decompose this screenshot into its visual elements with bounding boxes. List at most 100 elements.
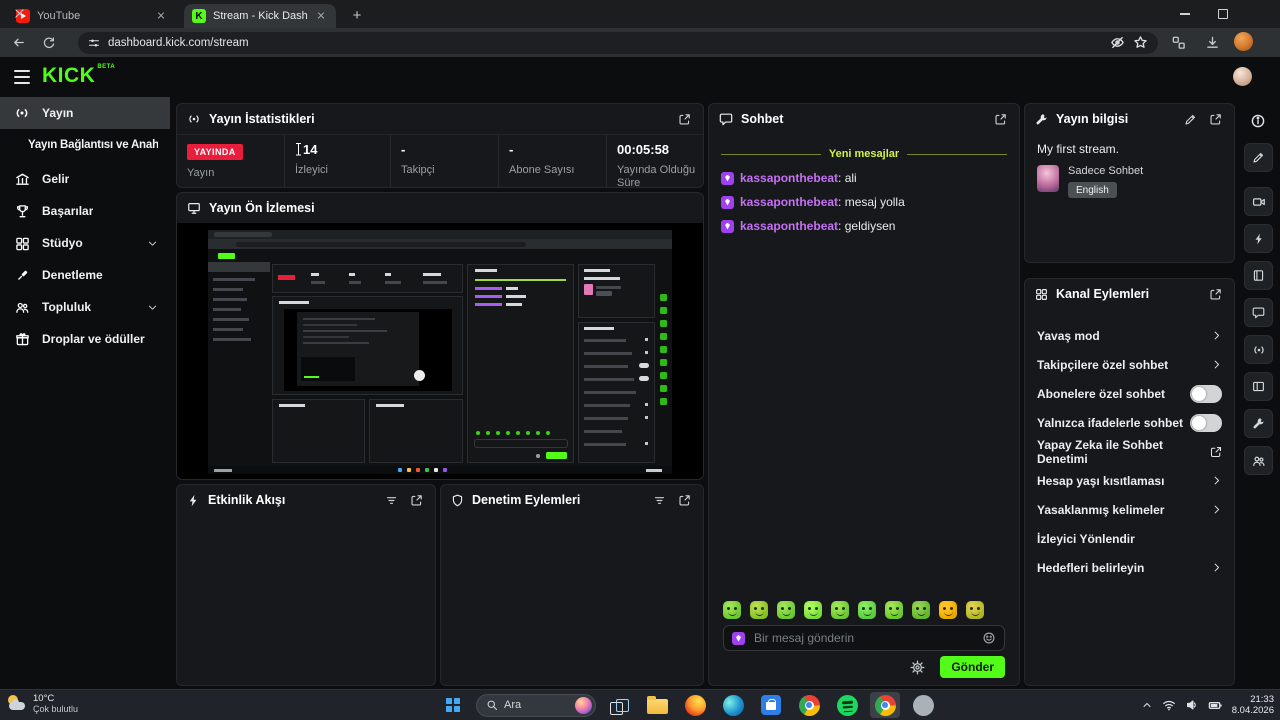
expand-icon[interactable] bbox=[676, 492, 693, 509]
gear-icon[interactable] bbox=[910, 659, 925, 675]
action-followers-only[interactable]: Takipçilere özel sohbet bbox=[1025, 350, 1234, 379]
chat-rail-button[interactable] bbox=[1244, 298, 1273, 327]
filter-icon[interactable] bbox=[651, 492, 668, 509]
action-banned-words[interactable]: Yasaklanmış kelimeler bbox=[1025, 495, 1234, 524]
chat-username[interactable]: kassaponthebeat bbox=[740, 195, 838, 209]
sidebar-item-topluluk[interactable]: Topluluk bbox=[0, 291, 170, 323]
action-ai-moderation[interactable]: Yapay Zeka ile Sohbet Denetimi bbox=[1025, 437, 1234, 466]
expand-icon[interactable] bbox=[676, 111, 693, 128]
notes-rail-button[interactable] bbox=[1244, 261, 1273, 290]
stream-rail-button[interactable] bbox=[1244, 335, 1273, 364]
emote-icon[interactable] bbox=[750, 601, 768, 619]
emote-icon[interactable] bbox=[831, 601, 849, 619]
tab-groups-icon[interactable] bbox=[1168, 32, 1189, 53]
chat-username[interactable]: kassaponthebeat bbox=[740, 219, 838, 233]
emote-icon[interactable] bbox=[858, 601, 876, 619]
action-subscribers-only[interactable]: Abonelere özel sohbet bbox=[1025, 379, 1234, 408]
eye-off-icon[interactable] bbox=[1110, 35, 1125, 50]
volume-icon[interactable] bbox=[1185, 698, 1199, 712]
wrench-icon bbox=[1035, 113, 1048, 126]
window-minimize-button[interactable] bbox=[1166, 0, 1204, 28]
community-rail-button[interactable] bbox=[1244, 446, 1273, 475]
emote-icon[interactable] bbox=[912, 601, 930, 619]
emote-icon[interactable] bbox=[777, 601, 795, 619]
taskbar-app-chrome-active[interactable] bbox=[870, 692, 900, 718]
toggle-off[interactable] bbox=[1190, 384, 1222, 403]
sidebar-item-yayin-baglantisi[interactable]: Yayın Bağlantısı ve Anahtarı bbox=[0, 129, 170, 161]
taskbar-app-edge[interactable] bbox=[718, 692, 748, 718]
expand-icon[interactable] bbox=[1207, 286, 1224, 303]
edit-rail-button[interactable] bbox=[1244, 143, 1273, 172]
taskbar-center: Ara bbox=[438, 692, 938, 718]
menu-icon[interactable] bbox=[14, 70, 30, 84]
sidebar-item-basarilar[interactable]: Başarılar bbox=[0, 195, 170, 227]
action-label: Takipçilere özel sohbet bbox=[1037, 357, 1169, 372]
smiley-icon[interactable] bbox=[982, 631, 996, 645]
tab-title: Stream - Kick Dashboard bbox=[213, 10, 307, 22]
camera-rail-button[interactable] bbox=[1244, 187, 1273, 216]
taskbar-app-spotify[interactable] bbox=[832, 692, 862, 718]
browser-tab-kick-dashboard[interactable]: K Stream - Kick Dashboard bbox=[184, 4, 336, 28]
category-name[interactable]: Sadece Sohbet bbox=[1068, 165, 1143, 177]
app-icon bbox=[912, 694, 934, 716]
window-close-button[interactable] bbox=[0, 0, 38, 28]
emote-icon[interactable] bbox=[804, 601, 822, 619]
action-set-goals[interactable]: Hedefleri belirleyin bbox=[1025, 553, 1234, 582]
info-icon[interactable] bbox=[1244, 107, 1271, 134]
emote-icon[interactable] bbox=[939, 601, 957, 619]
taskbar-app-store[interactable] bbox=[756, 692, 786, 718]
pencil-icon[interactable] bbox=[1182, 111, 1199, 128]
emote-icon[interactable] bbox=[885, 601, 903, 619]
panel-title: Yayın Ön İzlemesi bbox=[209, 201, 315, 215]
wifi-icon[interactable] bbox=[1162, 698, 1176, 712]
tab-close-icon[interactable] bbox=[154, 9, 168, 23]
taskbar-search[interactable]: Ara bbox=[476, 693, 596, 717]
user-avatar[interactable] bbox=[1233, 67, 1252, 86]
kick-logo[interactable]: KICK BETA bbox=[42, 64, 115, 88]
taskbar-app-file-explorer[interactable] bbox=[642, 692, 672, 718]
battery-icon[interactable] bbox=[1208, 698, 1223, 713]
sidebar-item-studyo[interactable]: Stüdyo bbox=[0, 227, 170, 259]
start-button[interactable] bbox=[438, 692, 468, 718]
expand-icon[interactable] bbox=[1207, 111, 1224, 128]
send-button[interactable]: Gönder bbox=[940, 656, 1005, 678]
action-emotes-only[interactable]: Yalnızca ifadelerle sohbet bbox=[1025, 408, 1234, 437]
download-icon[interactable] bbox=[1202, 32, 1223, 53]
emote-icon[interactable] bbox=[966, 601, 984, 619]
toggle-off[interactable] bbox=[1190, 413, 1222, 432]
stat-uptime: 00:05:58 Yayında Olduğu Süre bbox=[606, 135, 703, 187]
expand-icon[interactable] bbox=[408, 492, 425, 509]
category-thumbnail[interactable] bbox=[1037, 165, 1059, 192]
star-icon[interactable] bbox=[1133, 35, 1148, 50]
filter-icon[interactable] bbox=[383, 492, 400, 509]
taskbar-clock[interactable]: 21:33 8.04.2026 bbox=[1232, 694, 1274, 716]
reload-icon[interactable] bbox=[38, 32, 59, 53]
sidebar-item-denetleme[interactable]: Denetleme bbox=[0, 259, 170, 291]
sidebar-item-label: Başarılar bbox=[42, 204, 94, 218]
chat-input[interactable] bbox=[752, 630, 975, 646]
address-bar[interactable]: dashboard.kick.com/stream bbox=[78, 31, 1158, 54]
activity-rail-button[interactable] bbox=[1244, 224, 1273, 253]
new-tab-button[interactable]: + bbox=[347, 5, 367, 25]
chevron-up-icon[interactable] bbox=[1141, 699, 1153, 711]
window-maximize-button[interactable] bbox=[1204, 0, 1242, 28]
sidebar-item-droplar[interactable]: Droplar ve ödüller bbox=[0, 323, 170, 355]
layout-rail-button[interactable] bbox=[1244, 372, 1273, 401]
taskbar-weather[interactable]: 10°C Çok bulutlu bbox=[7, 693, 78, 715]
expand-icon[interactable] bbox=[992, 111, 1009, 128]
taskbar-app-firefox[interactable] bbox=[680, 692, 710, 718]
taskbar-app-chrome[interactable] bbox=[794, 692, 824, 718]
browser-profile-avatar[interactable] bbox=[1234, 32, 1253, 51]
tab-close-icon[interactable] bbox=[314, 9, 328, 23]
tools-rail-button[interactable] bbox=[1244, 409, 1273, 438]
action-slow-mode[interactable]: Yavaş mod bbox=[1025, 321, 1234, 350]
taskbar-app-task-view[interactable] bbox=[604, 692, 634, 718]
action-host-viewers[interactable]: İzleyici Yönlendir bbox=[1025, 524, 1234, 553]
action-account-age[interactable]: Hesap yaşı kısıtlaması bbox=[1025, 466, 1234, 495]
taskbar-app-other[interactable] bbox=[908, 692, 938, 718]
emote-icon[interactable] bbox=[723, 601, 741, 619]
back-icon[interactable] bbox=[8, 32, 29, 53]
sidebar-item-yayin[interactable]: Yayın bbox=[0, 97, 170, 129]
chat-username[interactable]: kassaponthebeat bbox=[740, 171, 838, 185]
sidebar-item-gelir[interactable]: Gelir bbox=[0, 163, 170, 195]
